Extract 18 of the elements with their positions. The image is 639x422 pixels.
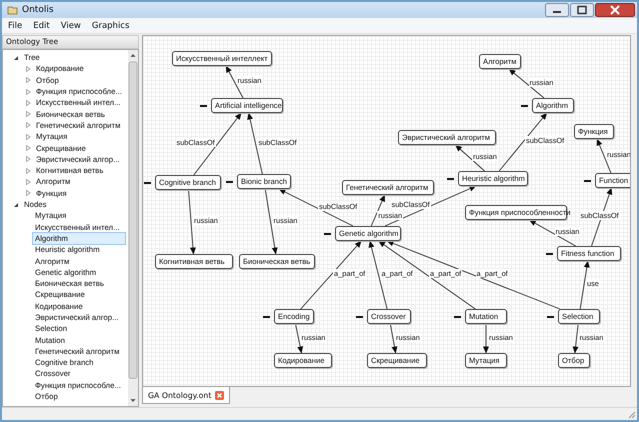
- expander-icon[interactable]: [13, 54, 19, 61]
- menu-item[interactable]: Graphics: [92, 20, 130, 30]
- menu-item[interactable]: Edit: [33, 20, 50, 30]
- edge-arrow: [483, 324, 489, 354]
- window-title: Ontolis: [22, 5, 54, 15]
- close-icon[interactable]: [595, 3, 635, 17]
- app-icon: [7, 5, 18, 15]
- edge-arrow: [295, 324, 304, 354]
- resize-grip-icon[interactable]: [628, 411, 636, 419]
- edge-arrow: [572, 324, 579, 354]
- scrollbar[interactable]: [128, 50, 138, 406]
- edge-arrow: [390, 324, 398, 354]
- minimize-icon[interactable]: [545, 3, 569, 17]
- menu-item[interactable]: File: [8, 20, 22, 30]
- expander-icon[interactable]: [13, 202, 19, 208]
- menu-item[interactable]: View: [60, 20, 81, 30]
- edge-arrow: [188, 190, 196, 254]
- maximize-icon[interactable]: [570, 3, 594, 17]
